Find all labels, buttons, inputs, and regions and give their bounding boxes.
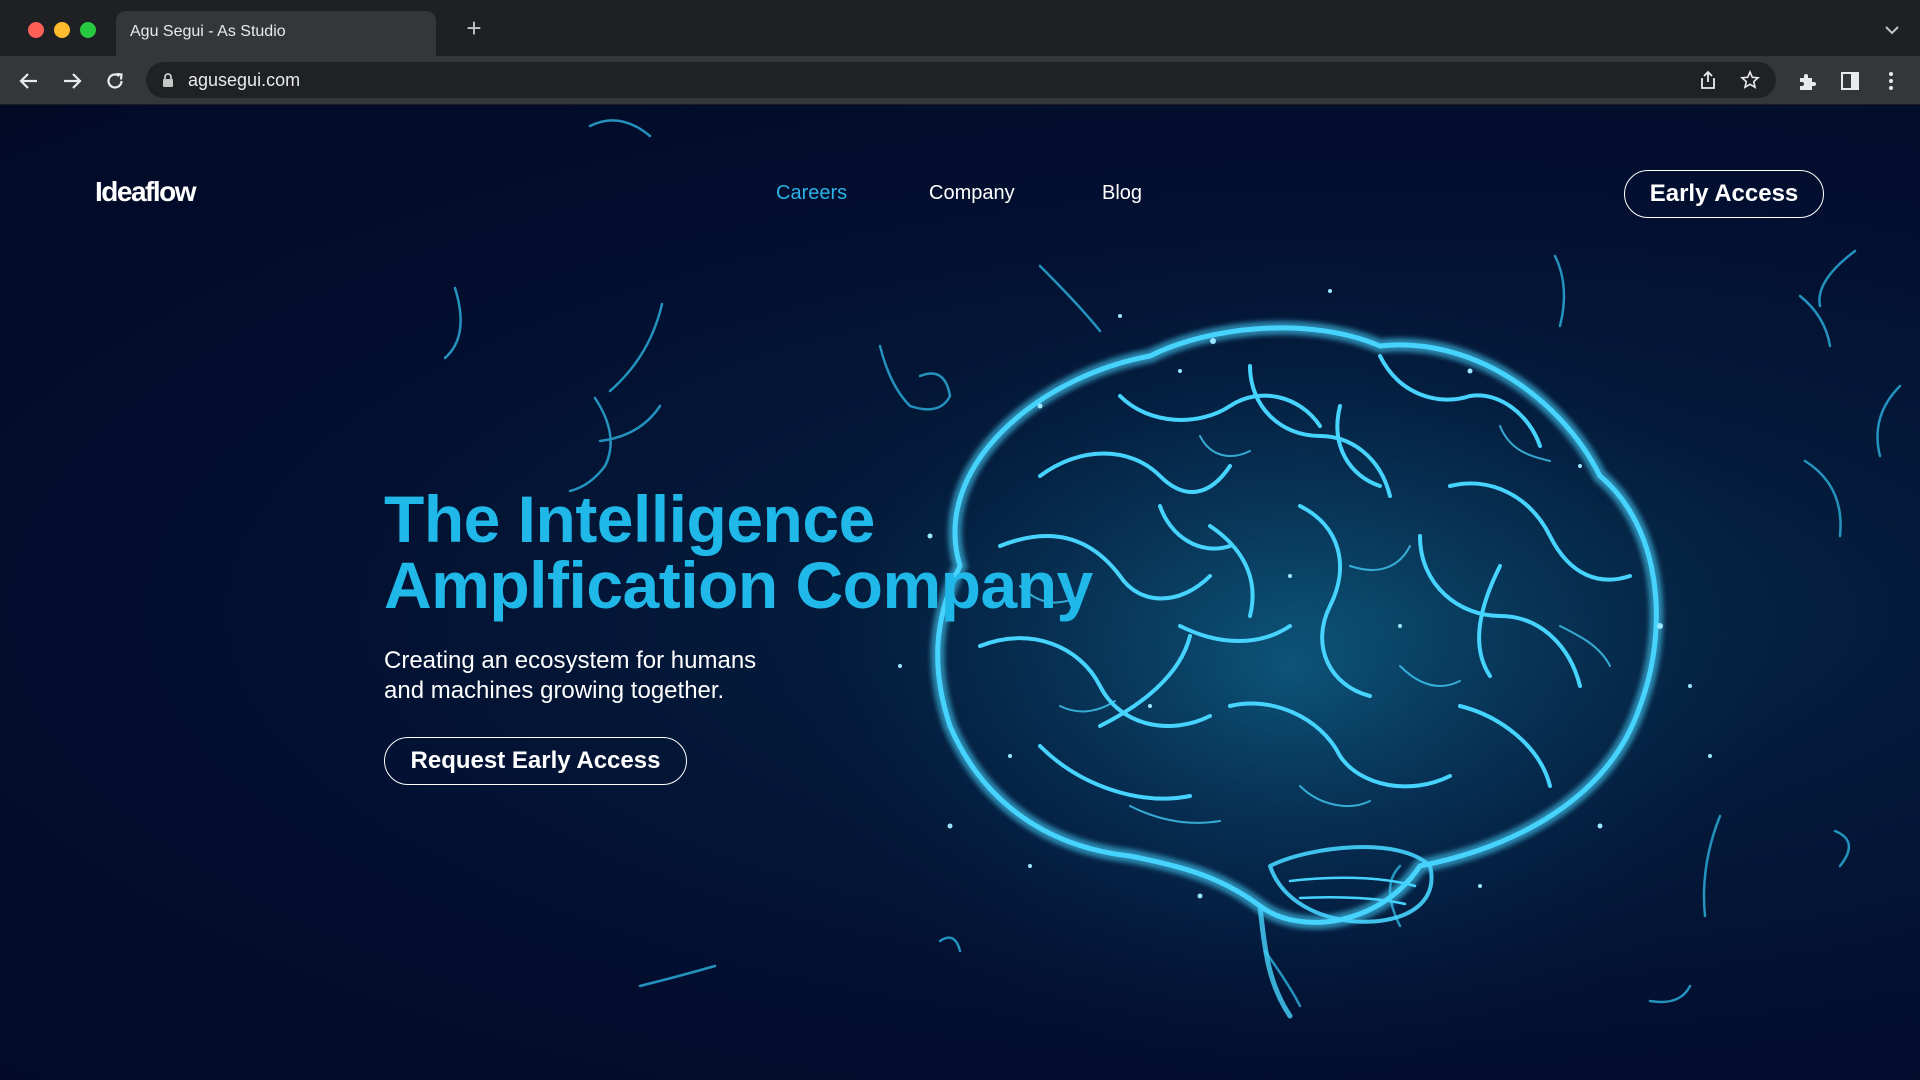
forward-arrow-icon[interactable] [57,66,87,96]
nav-blog[interactable]: Blog [1102,182,1142,205]
headline-line-1: The Intelligence [384,482,875,556]
address-bar[interactable]: agusegui.com [146,62,1776,98]
star-icon[interactable] [1738,68,1762,92]
extensions-icon[interactable] [1794,68,1820,94]
reload-icon[interactable] [100,66,130,96]
tab-title: Agu Segui - As Studio [130,23,286,40]
hero-headline: The Intelligence Amplfication Company [384,486,1093,618]
nav-careers[interactable]: Careers [776,182,847,205]
subtitle-line-2: and machines growing together. [384,677,725,704]
web-page: Ideaflow Careers Company Blog Early Acce… [0,106,1920,1080]
hero-subtitle: Creating an ecosystem for humans and mac… [384,646,756,706]
early-access-button[interactable]: Early Access [1624,170,1824,218]
headline-line-2: Amplfication Company [384,548,1093,622]
share-icon[interactable] [1696,68,1720,92]
minimize-window-button[interactable] [54,22,70,38]
close-window-button[interactable] [28,22,44,38]
request-early-access-button[interactable]: Request Early Access [384,737,687,785]
side-panel-icon[interactable] [1837,68,1863,94]
subtitle-line-1: Creating an ecosystem for humans [384,647,757,674]
lock-icon[interactable] [160,72,176,88]
more-menu-icon[interactable] [1878,68,1904,94]
new-tab-button[interactable]: + [460,14,488,42]
browser-tab-bar: Agu Segui - As Studio + [0,0,1920,56]
back-arrow-icon[interactable] [14,66,44,96]
tab-search-icon[interactable] [1882,20,1902,40]
maximize-window-button[interactable] [80,22,96,38]
url-text[interactable]: agusegui.com [188,70,300,91]
nav-company[interactable]: Company [929,182,1015,205]
browser-toolbar: agusegui.com [0,56,1920,105]
browser-tab[interactable]: Agu Segui - As Studio [116,11,436,56]
site-logo[interactable]: Ideaflow [95,176,197,208]
